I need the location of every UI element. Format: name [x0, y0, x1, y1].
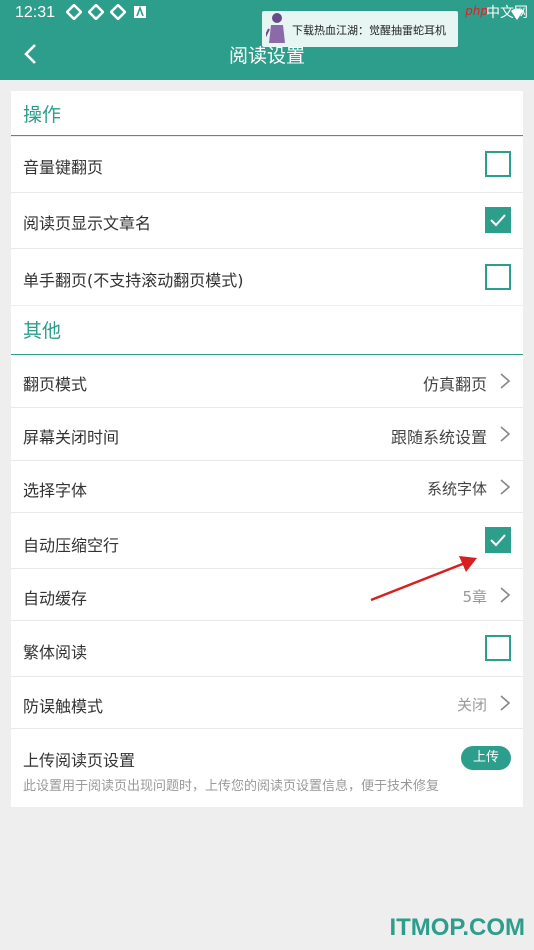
upload-button[interactable]: 上传: [461, 746, 511, 770]
site-logo-php: php: [465, 4, 488, 18]
setting-label: 翻页模式: [23, 375, 88, 394]
site-logo-cn: 中文网: [486, 5, 528, 21]
setting-page-mode[interactable]: 翻页模式 仿真翻页: [11, 355, 523, 408]
notification-icon: [66, 4, 82, 20]
setting-show-chapter-name[interactable]: 阅读页显示文章名: [11, 193, 523, 249]
section-operation: 操作: [11, 91, 523, 136]
checkbox-show-chapter-name[interactable]: [485, 207, 511, 233]
setting-value: 系统字体: [426, 480, 487, 498]
chevron-right-icon: [499, 586, 511, 604]
ad-text: 下载热血江湖：觉醒抽雷蛇耳机: [292, 24, 446, 37]
setting-label: 选择字体: [23, 481, 88, 500]
section-title: 操作: [23, 104, 62, 126]
setting-upload: 上传阅读页设置 上传 此设置用于阅读页出现问题时，上传您的阅读页设置信息，便于技…: [11, 729, 523, 807]
check-icon: [490, 534, 506, 547]
annotation-arrow-icon: [370, 556, 477, 602]
setting-description: 此设置用于阅读页出现问题时，上传您的阅读页设置信息，便于技术修复: [23, 779, 440, 794]
notification-icon: [88, 4, 104, 20]
setting-value: 仿真翻页: [422, 375, 487, 394]
setting-one-hand-page[interactable]: 单手翻页(不支持滚动翻页模式): [11, 249, 523, 305]
setting-value: 关闭: [456, 696, 487, 714]
chevron-right-icon: [499, 425, 511, 443]
setting-anti-touch[interactable]: 防误触模式 关闭: [11, 677, 523, 729]
setting-label: 防误触模式: [23, 697, 104, 716]
checkbox-traditional[interactable]: [485, 635, 511, 661]
setting-label: 屏幕关闭时间: [23, 428, 120, 447]
setting-font[interactable]: 选择字体 系统字体: [11, 461, 523, 513]
setting-screen-off[interactable]: 屏幕关闭时间 跟随系统设置: [11, 408, 523, 461]
notification-icon: [110, 4, 126, 20]
chevron-right-icon: [499, 478, 511, 496]
chevron-right-icon: [499, 694, 511, 712]
section-other: 其他: [11, 306, 523, 355]
status-icons: [66, 4, 148, 20]
setting-label: 音量键翻页: [23, 158, 104, 177]
checkbox-compress-blank[interactable]: [485, 527, 511, 553]
check-icon: [490, 214, 506, 227]
checkbox-one-hand-page[interactable]: [485, 264, 511, 290]
setting-label: 自动压缩空行: [23, 536, 120, 555]
setting-label: 繁体阅读: [23, 643, 88, 662]
setting-volume-key-page[interactable]: 音量键翻页: [11, 137, 523, 193]
setting-label: 单手翻页(不支持滚动翻页模式): [23, 271, 244, 290]
site-watermark: ITMOP.COM: [389, 914, 525, 941]
setting-value: 跟随系统设置: [390, 428, 487, 447]
section-title: 其他: [23, 320, 62, 342]
setting-label: 上传阅读页设置: [23, 751, 136, 770]
setting-label: 自动缓存: [23, 589, 88, 608]
status-time: 12:31: [15, 4, 56, 21]
chevron-right-icon: [499, 372, 511, 390]
setting-traditional[interactable]: 繁体阅读: [11, 621, 523, 677]
ad-character-image: [264, 11, 288, 47]
ad-banner[interactable]: 下载热血江湖：觉醒抽雷蛇耳机: [262, 11, 458, 47]
checkbox-volume-key-page[interactable]: [485, 151, 511, 177]
setting-label: 阅读页显示文章名: [23, 214, 152, 233]
app-icon: [132, 4, 148, 20]
